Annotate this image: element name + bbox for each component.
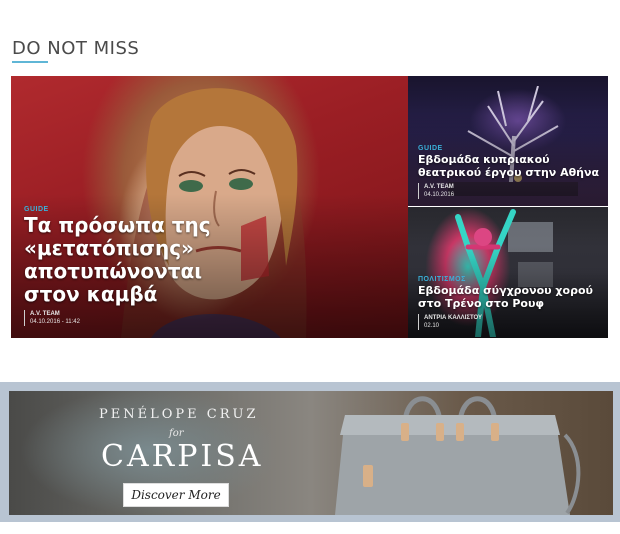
article-date: 04.10.2016 [424, 192, 455, 198]
ad-brand-logo: CARPISA [101, 439, 264, 474]
article-date: 02.10 [424, 323, 440, 329]
section-title: DO NOT MISS [12, 38, 140, 59]
article-meta: A.V. TEAM 04.10.2016 [418, 183, 454, 199]
ad-banner-frame: PENÉLOPE CRUZ for CARPISA Discover More [0, 382, 620, 522]
article-headline[interactable]: Τα πρόσωπα της «μετατόπισης» αποτυπώνοντ… [24, 214, 224, 306]
ad-for-text: for [169, 428, 184, 439]
carpisa-ad-banner[interactable]: PENÉLOPE CRUZ for CARPISA Discover More [9, 391, 613, 515]
article-meta: ΑΝΤΡΙΑ ΚΑΛΛΙΣΤΟΥ 02.10 [418, 314, 482, 330]
article-category[interactable]: ΠΟΛΙΤΙΣΜΟΣ [418, 276, 466, 283]
article-author[interactable]: A.V. TEAM [424, 183, 454, 191]
ad-brand-top: PENÉLOPE CRUZ [99, 407, 259, 422]
handbag-image [335, 396, 581, 515]
article-meta: A.V. TEAM 04.10.2016 - 11:42 [24, 310, 80, 326]
article-headline[interactable]: Εβδομάδα κυπριακού θεατρικού έργου στην … [418, 153, 608, 179]
featured-article-bottom[interactable]: ΠΟΛΙΤΙΣΜΟΣ Εβδομάδα σύγχρονου χορού στο … [408, 207, 608, 338]
featured-article-top[interactable]: GUIDE Εβδομάδα κυπριακού θεατρικού έργου… [408, 76, 608, 206]
article-author[interactable]: ΑΝΤΡΙΑ ΚΑΛΛΙΣΤΟΥ [424, 314, 482, 322]
article-headline[interactable]: Εβδομάδα σύγχρονου χορού στο Τρένο στο Ρ… [418, 284, 608, 310]
section-title-underline [12, 61, 48, 63]
featured-article-main[interactable]: GUIDE Τα πρόσωπα της «μετατόπισης» αποτυ… [11, 76, 408, 338]
article-date: 04.10.2016 - 11:42 [30, 319, 80, 325]
article-category[interactable]: GUIDE [24, 206, 49, 213]
article-author[interactable]: A.V. TEAM [30, 310, 80, 318]
discover-more-button[interactable]: Discover More [123, 483, 229, 507]
article-category[interactable]: GUIDE [418, 145, 443, 152]
